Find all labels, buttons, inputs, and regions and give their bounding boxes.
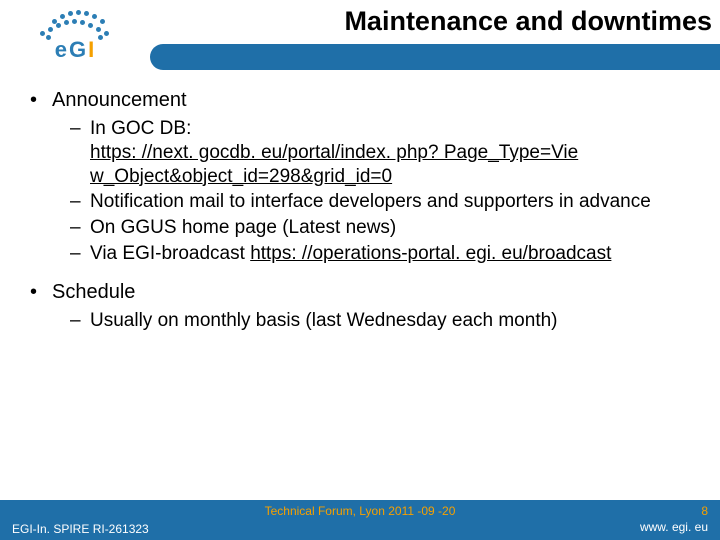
sub-text: On GGUS home page (Latest news) [90, 216, 690, 240]
page-title: Maintenance and downtimes [165, 6, 712, 37]
bullet-icon: • [30, 88, 52, 113]
sublist-1: – In GOC DB: https: //next. gocdb. eu/po… [70, 117, 690, 266]
footer-url: www. egi. eu [640, 520, 708, 536]
sub-pre: In GOC DB: [90, 118, 191, 139]
logo-i: I [88, 37, 95, 63]
content: • Announcement – In GOC DB: https: //nex… [30, 88, 690, 346]
logo-dots-icon [30, 9, 120, 37]
header: eGI Maintenance and downtimes [0, 0, 720, 72]
header-bar [150, 44, 720, 70]
bullet-text: Schedule [52, 280, 690, 305]
link-gocdb[interactable]: https: //next. gocdb. eu/portal/index. p… [90, 142, 578, 187]
footer: EGI-In. SPIRE RI-261323 Technical Forum,… [0, 500, 720, 540]
bullet-schedule: • Schedule [30, 280, 690, 305]
bullet-announcement: • Announcement [30, 88, 690, 113]
logo-g: G [69, 37, 87, 63]
sub-notification: – Notification mail to interface develop… [70, 190, 690, 214]
dash-icon: – [70, 190, 90, 214]
sub-text: In GOC DB: https: //next. gocdb. eu/port… [90, 117, 690, 188]
page-number: 8 [640, 504, 708, 520]
link-broadcast[interactable]: https: //operations-portal. egi. eu/broa… [250, 243, 611, 264]
logo-e: e [55, 37, 68, 63]
dash-icon: – [70, 242, 90, 266]
sub-text: Usually on monthly basis (last Wednesday… [90, 309, 690, 333]
bullet-text: Announcement [52, 88, 690, 113]
dash-icon: – [70, 309, 90, 333]
sub-text: Via EGI-broadcast https: //operations-po… [90, 242, 690, 266]
logo-text: eGI [55, 37, 96, 63]
sub-text: Notification mail to interface developer… [90, 190, 690, 214]
sub-monthly: – Usually on monthly basis (last Wednesd… [70, 309, 690, 333]
slide: eGI Maintenance and downtimes • Announce… [0, 0, 720, 540]
footer-center: Technical Forum, Lyon 2011 -09 -20 [265, 504, 456, 518]
footer-left: EGI-In. SPIRE RI-261323 [12, 522, 149, 540]
sublist-2: – Usually on monthly basis (last Wednesd… [70, 309, 690, 333]
dash-icon: – [70, 117, 90, 188]
bullet-icon: • [30, 280, 52, 305]
footer-right: 8 www. egi. eu [640, 504, 708, 535]
logo: eGI [0, 0, 150, 72]
sub-ggus: – On GGUS home page (Latest news) [70, 216, 690, 240]
dash-icon: – [70, 216, 90, 240]
sub-goc-db: – In GOC DB: https: //next. gocdb. eu/po… [70, 117, 690, 188]
sub-pre: Via EGI-broadcast [90, 243, 250, 264]
sub-broadcast: – Via EGI-broadcast https: //operations-… [70, 242, 690, 266]
